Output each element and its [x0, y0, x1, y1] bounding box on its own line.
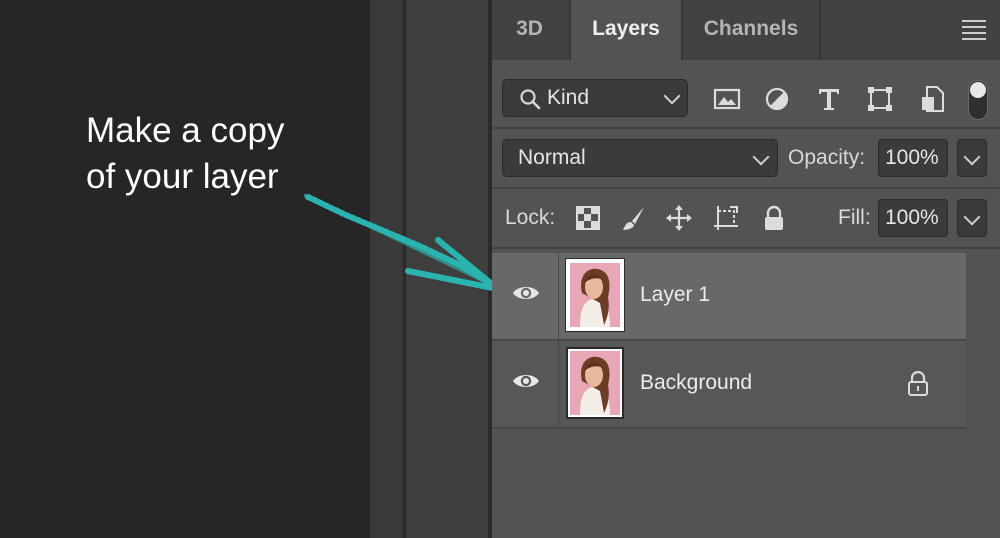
shape-filter-icon[interactable]	[865, 84, 895, 114]
image-filter-icon[interactable]	[712, 84, 742, 114]
layer-thumbnail	[565, 258, 625, 332]
panel-tabbar: 3D Layers Channels	[492, 0, 1000, 60]
chevron-down-icon	[663, 87, 681, 105]
column-separator	[558, 341, 559, 427]
tab-separator	[819, 0, 821, 60]
chevron-down-icon	[963, 148, 981, 166]
opacity-label: Opacity:	[788, 146, 866, 169]
opacity-dropdown-button[interactable]	[957, 139, 987, 177]
toggle-knob	[970, 82, 986, 98]
lock-position-icon[interactable]	[665, 204, 693, 232]
lock-image-pixels-icon[interactable]	[620, 204, 648, 232]
type-filter-icon[interactable]	[814, 84, 844, 114]
layer-name[interactable]: Layer 1	[640, 283, 710, 307]
tab-layers[interactable]: Layers	[571, 0, 681, 60]
blend-mode-dropdown[interactable]: Normal	[502, 139, 778, 177]
portrait-thumbnail-image	[570, 351, 620, 415]
adjustment-filter-icon[interactable]	[762, 84, 792, 114]
visibility-eye-icon[interactable]	[512, 283, 540, 303]
layers-panel: 3D Layers Channels Kind Normal Opacity: …	[492, 0, 1000, 538]
kind-filter-label: Kind	[547, 86, 590, 109]
search-icon	[520, 89, 541, 110]
lock-transparent-pixels-icon[interactable]	[574, 204, 602, 232]
portrait-thumbnail-image	[570, 263, 620, 327]
layer-row-layer-1[interactable]: Layer 1	[492, 253, 966, 339]
opacity-field[interactable]: 100%	[878, 139, 948, 177]
lock-all-icon[interactable]	[760, 204, 788, 232]
layer-lock-icon[interactable]	[906, 371, 930, 397]
layer-name[interactable]: Background	[640, 371, 752, 395]
blend-mode-label: Normal	[518, 146, 586, 169]
layer-row-background[interactable]: Background	[492, 341, 966, 427]
smart-object-filter-icon[interactable]	[918, 84, 948, 114]
chevron-down-icon	[963, 208, 981, 226]
divider	[492, 187, 1000, 189]
chevron-down-icon	[752, 148, 770, 166]
visibility-eye-icon[interactable]	[512, 371, 540, 391]
divider	[492, 247, 1000, 249]
annotation-arrow	[303, 193, 501, 292]
fill-field[interactable]: 100%	[878, 199, 948, 237]
tab-3d[interactable]: 3D	[492, 0, 567, 60]
filter-toggle[interactable]	[968, 80, 988, 120]
row-separator	[492, 427, 966, 429]
lock-artboard-icon[interactable]	[712, 204, 740, 232]
column-separator	[558, 253, 559, 339]
fill-dropdown-button[interactable]	[957, 199, 987, 237]
hamburger-menu-icon[interactable]	[962, 20, 986, 40]
annotation-line-1: Make a copy	[86, 111, 285, 150]
kind-filter-dropdown[interactable]: Kind	[502, 79, 688, 117]
divider	[492, 127, 1000, 129]
fill-label: Fill:	[838, 206, 871, 229]
layer-thumbnail	[566, 347, 624, 419]
tab-channels[interactable]: Channels	[683, 0, 819, 60]
lock-label: Lock:	[505, 206, 556, 229]
